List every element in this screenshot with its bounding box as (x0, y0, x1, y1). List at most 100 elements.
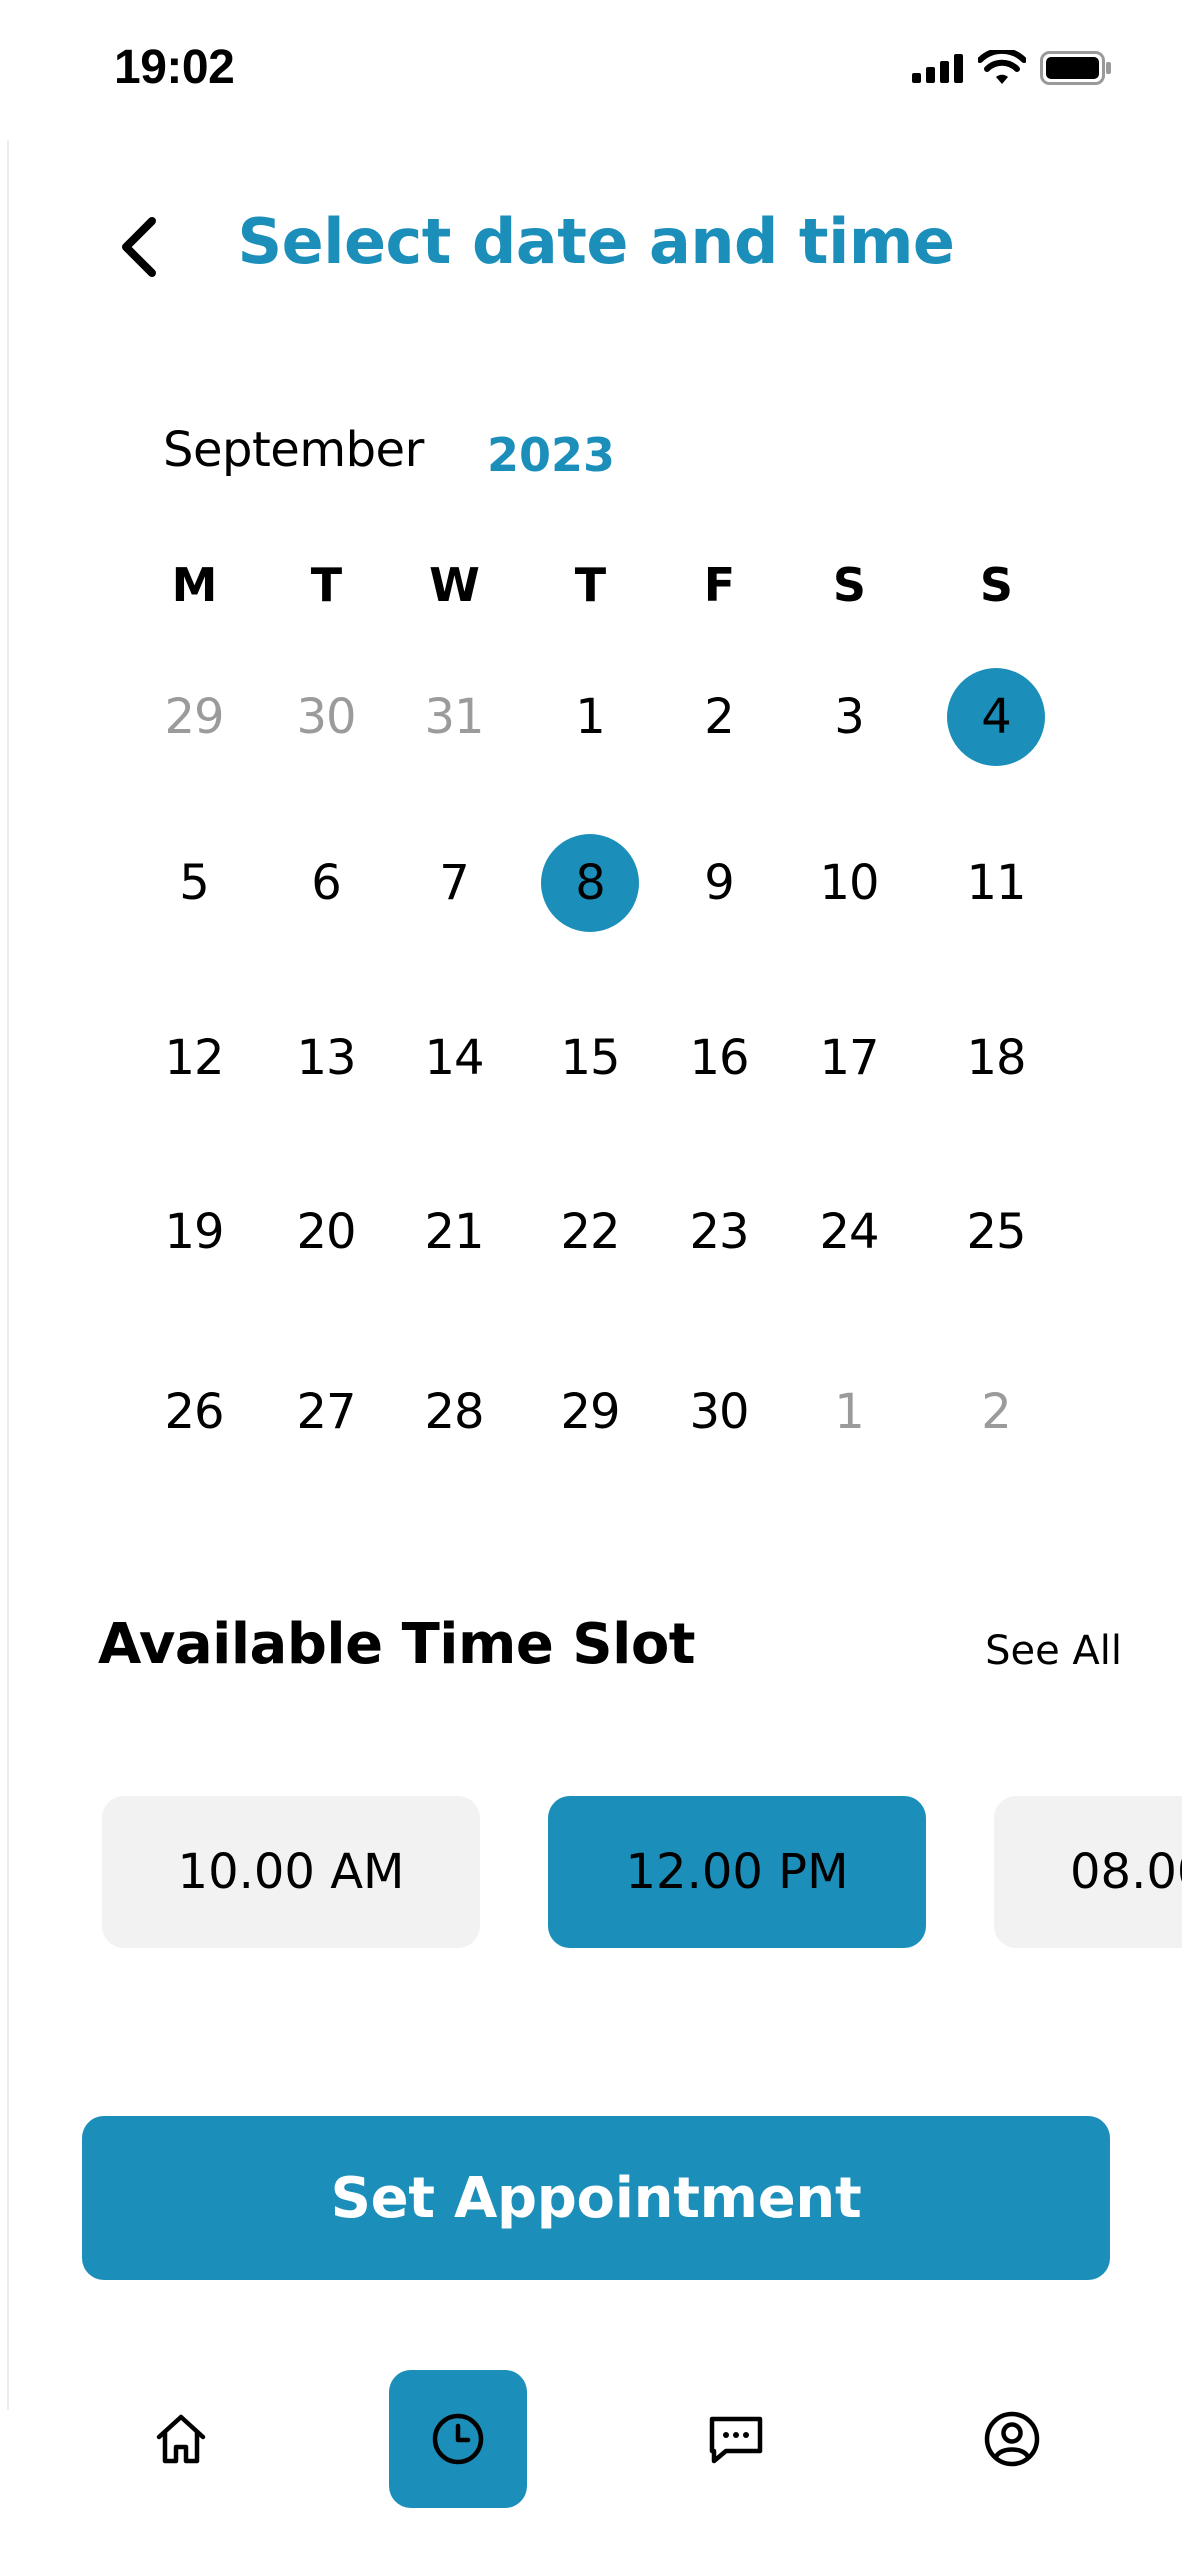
calendar-day[interactable]: 29 (535, 1357, 645, 1467)
calendar-day[interactable]: 2 (941, 1357, 1051, 1467)
calendar-day-number: 17 (819, 1030, 879, 1086)
weekday-label: S (832, 558, 866, 612)
calendar-day[interactable]: 20 (271, 1177, 381, 1287)
calendar-day[interactable]: 12 (139, 1003, 249, 1113)
calendar-day-number: 26 (164, 1384, 224, 1440)
calendar-day-number: 25 (966, 1204, 1026, 1260)
calendar-day[interactable]: 16 (664, 1003, 774, 1113)
time-slot-label: 12.00 PM (625, 1844, 849, 1900)
status-icons (912, 50, 1112, 86)
calendar-day-number: 14 (424, 1030, 484, 1086)
calendar-day[interactable]: 10 (794, 828, 904, 938)
weekday-label: W (429, 558, 480, 612)
calendar-day[interactable]: 21 (399, 1177, 509, 1287)
calendar-day[interactable]: 18 (941, 1003, 1051, 1113)
section-title: Available Time Slot (98, 1612, 696, 1677)
month-selector[interactable]: September (163, 422, 424, 478)
time-slot[interactable]: 08.00 (994, 1796, 1182, 1948)
see-all-link[interactable]: See All (985, 1628, 1122, 1674)
time-slot-selected[interactable]: 12.00 PM (548, 1796, 926, 1948)
set-appointment-button[interactable]: Set Appointment (82, 2116, 1110, 2280)
time-slot-label: 10.00 AM (177, 1844, 405, 1900)
weekday-label: T (310, 558, 342, 612)
calendar-day-number: 10 (819, 855, 879, 911)
calendar-day[interactable]: 13 (271, 1003, 381, 1113)
home-icon (156, 2414, 206, 2464)
calendar-day-number: 31 (424, 689, 484, 745)
calendar-day[interactable]: 27 (271, 1357, 381, 1467)
calendar-day[interactable]: 1 (535, 662, 645, 772)
calendar-day[interactable]: 29 (139, 662, 249, 772)
calendar-day-number: 9 (704, 855, 735, 911)
calendar-day[interactable]: 9 (664, 828, 774, 938)
calendar-day-number: 12 (164, 1030, 224, 1086)
nav-home[interactable] (112, 2370, 250, 2508)
calendar-day-selected[interactable]: 8 (535, 828, 645, 938)
page-title: Select date and time (237, 205, 955, 278)
calendar-day[interactable]: 19 (139, 1177, 249, 1287)
calendar-day[interactable]: 17 (794, 1003, 904, 1113)
status-time: 19:02 (114, 41, 235, 94)
calendar-day-number: 30 (689, 1384, 749, 1440)
calendar-day-number: 15 (560, 1030, 620, 1086)
screen: 19:02 Select date and time September 202… (0, 0, 1182, 2551)
weekday-label: T (574, 558, 606, 612)
calendar-day-number: 3 (834, 689, 865, 745)
calendar-day[interactable]: 25 (941, 1177, 1051, 1287)
calendar-day-number: 18 (966, 1030, 1026, 1086)
calendar-day-number: 13 (296, 1030, 356, 1086)
calendar-day[interactable]: 2 (664, 662, 774, 772)
user-circle-icon (984, 2411, 1040, 2467)
nav-profile[interactable] (943, 2370, 1081, 2508)
calendar-day[interactable]: 1 (794, 1357, 904, 1467)
clock-icon (432, 2413, 484, 2465)
calendar-day[interactable]: 30 (664, 1357, 774, 1467)
battery-icon (1040, 51, 1111, 85)
calendar-day[interactable]: 26 (139, 1357, 249, 1467)
calendar-day-number: 1 (575, 689, 606, 745)
time-slot-label: 08.00 (1070, 1844, 1182, 1900)
weekday-label: M (171, 558, 218, 612)
bottom-nav (0, 2360, 1182, 2510)
calendar-day-number: 8 (575, 855, 606, 911)
calendar-day[interactable]: 11 (941, 828, 1051, 938)
weekday-label: F (703, 558, 735, 612)
nav-schedule[interactable] (389, 2370, 527, 2508)
calendar-day-number: 19 (164, 1204, 224, 1260)
calendar-day[interactable]: 30 (271, 662, 381, 772)
calendar-day-number: 4 (981, 689, 1012, 745)
calendar-day[interactable]: 28 (399, 1357, 509, 1467)
calendar-day[interactable]: 14 (399, 1003, 509, 1113)
time-slot[interactable]: 10.00 AM (102, 1796, 480, 1948)
calendar-day-number: 29 (560, 1384, 620, 1440)
calendar-day-number: 5 (179, 855, 210, 911)
calendar-day-number: 23 (689, 1204, 749, 1260)
calendar-day-number: 30 (296, 689, 356, 745)
calendar-day[interactable]: 24 (794, 1177, 904, 1287)
calendar-day[interactable]: 15 (535, 1003, 645, 1113)
wifi-icon (978, 50, 1026, 84)
calendar-day-number: 16 (689, 1030, 749, 1086)
calendar-day-number: 27 (296, 1384, 356, 1440)
calendar-day-number: 24 (819, 1204, 879, 1260)
calendar-day[interactable]: 31 (399, 662, 509, 772)
calendar-day-number: 29 (164, 689, 224, 745)
calendar-day-number: 6 (311, 855, 342, 911)
calendar-day-number: 2 (981, 1384, 1012, 1440)
nav-messages[interactable] (667, 2370, 805, 2508)
calendar-day[interactable]: 3 (794, 662, 904, 772)
calendar-day-number: 11 (966, 855, 1026, 911)
calendar-day[interactable]: 22 (535, 1177, 645, 1287)
divider (7, 140, 9, 2410)
calendar-day[interactable]: 7 (399, 828, 509, 938)
calendar-day[interactable]: 6 (271, 828, 381, 938)
chat-icon (709, 2416, 763, 2464)
calendar-day[interactable]: 5 (139, 828, 249, 938)
year-selector[interactable]: 2023 (487, 428, 615, 482)
calendar-day-number: 22 (560, 1204, 620, 1260)
calendar-day-number: 2 (704, 689, 735, 745)
calendar-day-number: 7 (439, 855, 470, 911)
calendar-day-selected[interactable]: 4 (941, 662, 1051, 772)
calendar-day[interactable]: 23 (664, 1177, 774, 1287)
calendar-day-number: 1 (834, 1384, 865, 1440)
